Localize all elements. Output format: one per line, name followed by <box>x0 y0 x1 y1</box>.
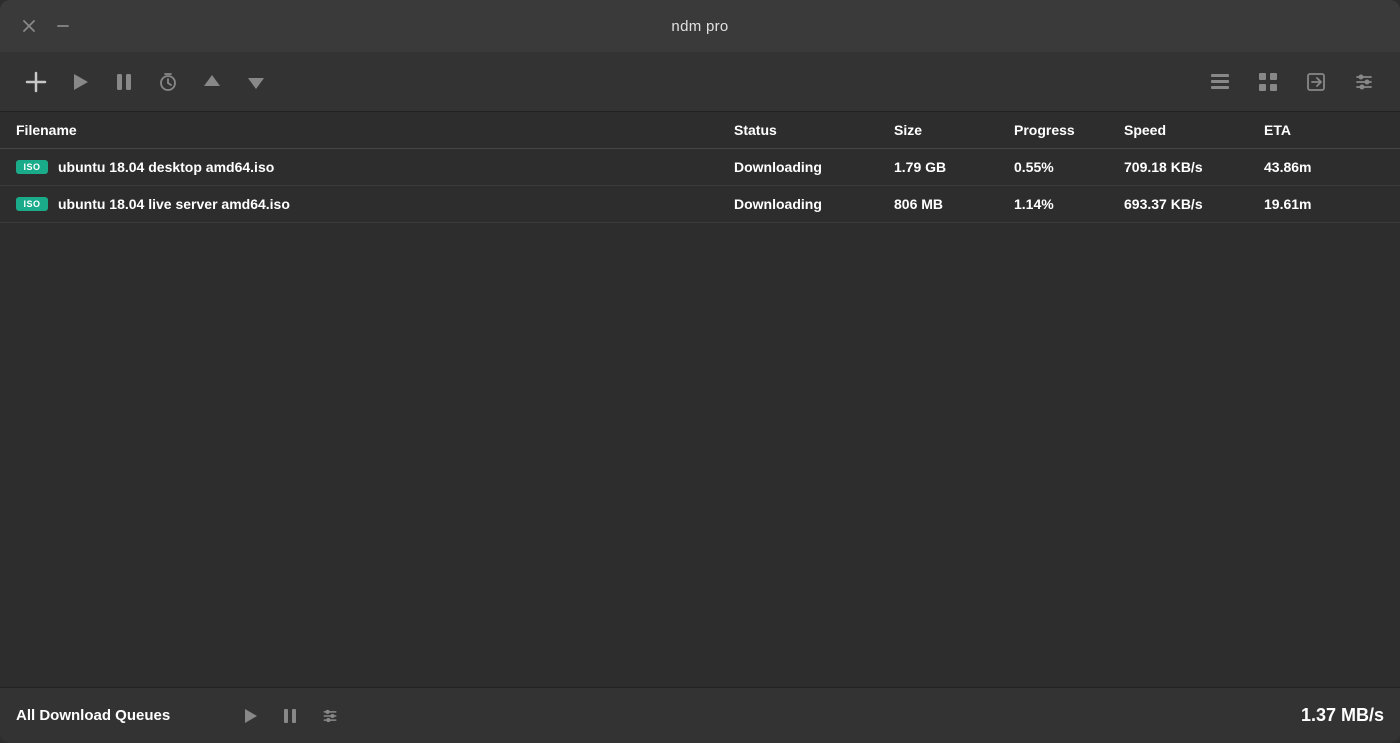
add-button[interactable] <box>16 62 56 102</box>
col-extra <box>1364 122 1384 138</box>
title-bar: ndm pro <box>0 0 1400 52</box>
eta-1: 43.86m <box>1264 159 1364 175</box>
timer-button[interactable] <box>148 62 188 102</box>
move-down-button[interactable] <box>236 62 276 102</box>
status-pause-icon <box>282 708 298 724</box>
close-icon <box>23 20 35 32</box>
size-2: 806 MB <box>894 196 1014 212</box>
filename-2: ubuntu 18.04 live server amd64.iso <box>58 196 290 212</box>
pause-icon <box>114 72 134 92</box>
eta-2: 19.61m <box>1264 196 1364 212</box>
status-settings-button[interactable] <box>312 698 348 734</box>
move-up-icon <box>202 72 222 92</box>
col-status: Status <box>734 122 894 138</box>
status-bar: All Download Queues <box>0 687 1400 743</box>
window-controls <box>16 13 76 39</box>
status-2: Downloading <box>734 196 894 212</box>
col-speed: Speed <box>1124 122 1264 138</box>
add-icon <box>25 71 47 93</box>
table-row[interactable]: ISO ubuntu 18.04 live server amd64.iso D… <box>0 186 1400 223</box>
col-progress: Progress <box>1014 122 1124 138</box>
grid-view-icon <box>1257 71 1279 93</box>
status-1: Downloading <box>734 159 894 175</box>
list-view-button[interactable] <box>1200 62 1240 102</box>
toolbar-right <box>1200 62 1384 102</box>
status-play-button[interactable] <box>232 698 268 734</box>
size-1: 1.79 GB <box>894 159 1014 175</box>
table-body: ISO ubuntu 18.04 desktop amd64.iso Downl… <box>0 149 1400 687</box>
settings-button[interactable] <box>1344 62 1384 102</box>
toolbar-left <box>16 62 1196 102</box>
status-settings-icon <box>321 707 339 725</box>
col-size: Size <box>894 122 1014 138</box>
queue-label: All Download Queues <box>16 707 216 724</box>
grid-view-button[interactable] <box>1248 62 1288 102</box>
status-pause-button[interactable] <box>272 698 308 734</box>
play-icon <box>70 72 90 92</box>
pause-button[interactable] <box>104 62 144 102</box>
filename-1: ubuntu 18.04 desktop amd64.iso <box>58 159 274 175</box>
col-eta: ETA <box>1264 122 1364 138</box>
speed-2: 693.37 KB/s <box>1124 196 1264 212</box>
status-play-icon <box>242 708 258 724</box>
settings-icon <box>1353 71 1375 93</box>
file-cell-2: ISO ubuntu 18.04 live server amd64.iso <box>16 196 734 212</box>
app-window: ndm pro <box>0 0 1400 743</box>
table-row[interactable]: ISO ubuntu 18.04 desktop amd64.iso Downl… <box>0 149 1400 186</box>
col-filename: Filename <box>16 122 734 138</box>
iso-badge-1: ISO <box>16 160 48 174</box>
iso-badge-2: ISO <box>16 197 48 211</box>
toolbar <box>0 52 1400 112</box>
progress-2: 1.14% <box>1014 196 1124 212</box>
move-down-icon <box>246 72 266 92</box>
window-title: ndm pro <box>671 18 728 35</box>
status-controls <box>232 698 348 734</box>
minimize-icon <box>57 20 69 32</box>
total-speed: 1.37 MB/s <box>1301 705 1384 726</box>
file-cell-1: ISO ubuntu 18.04 desktop amd64.iso <box>16 159 734 175</box>
timer-icon <box>158 72 178 92</box>
minimize-button[interactable] <box>50 13 76 39</box>
list-view-icon <box>1209 71 1231 93</box>
close-button[interactable] <box>16 13 42 39</box>
speed-1: 709.18 KB/s <box>1124 159 1264 175</box>
table-container: Filename Status Size Progress Speed ETA … <box>0 112 1400 687</box>
export-icon <box>1305 71 1327 93</box>
export-button[interactable] <box>1296 62 1336 102</box>
move-up-button[interactable] <box>192 62 232 102</box>
progress-1: 0.55% <box>1014 159 1124 175</box>
play-button[interactable] <box>60 62 100 102</box>
table-header: Filename Status Size Progress Speed ETA <box>0 112 1400 149</box>
